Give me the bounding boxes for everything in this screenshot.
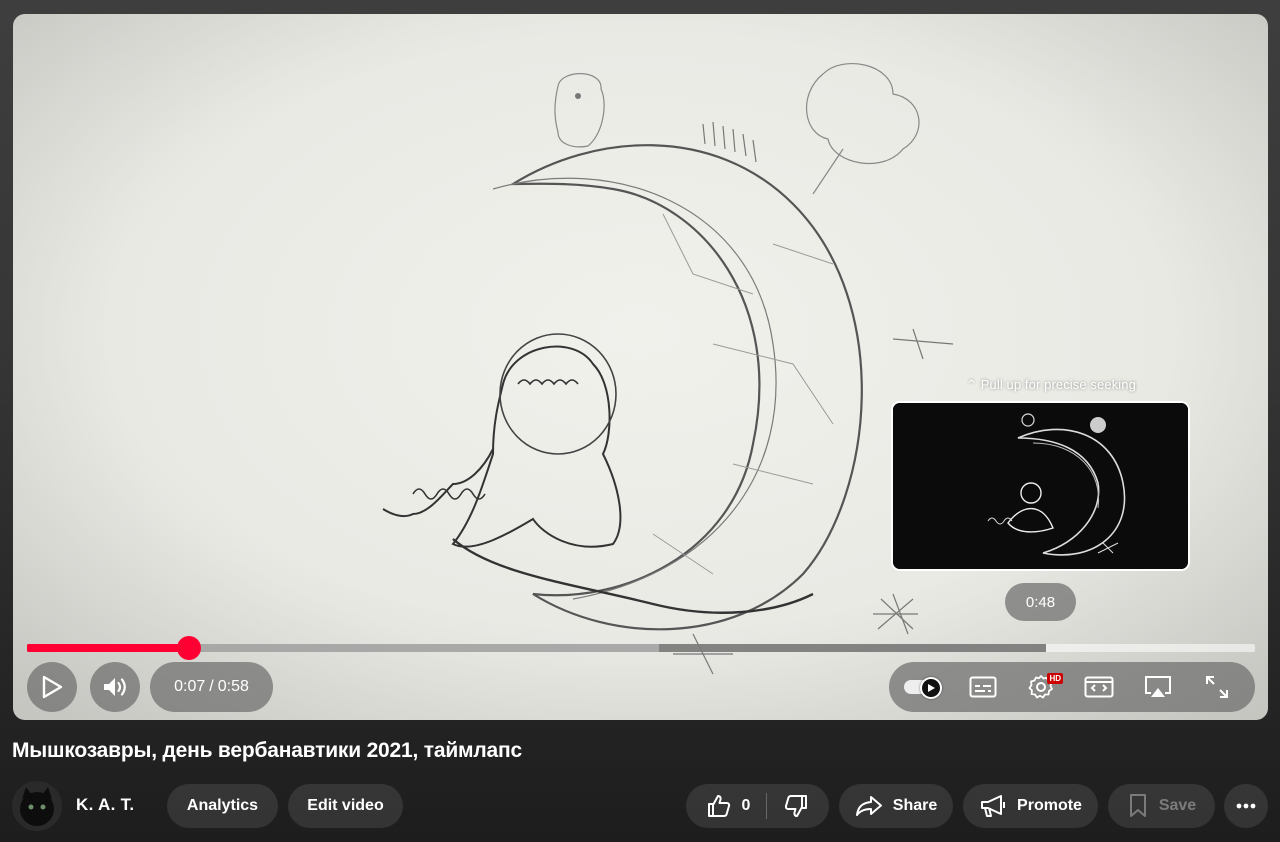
- airplay-button[interactable]: [1142, 671, 1174, 703]
- fullscreen-button[interactable]: [1201, 671, 1233, 703]
- right-controls: HD: [889, 662, 1255, 712]
- megaphone-icon: [979, 793, 1007, 819]
- save-button[interactable]: Save: [1108, 784, 1215, 828]
- progress-bar[interactable]: [27, 636, 1255, 660]
- promote-button[interactable]: Promote: [963, 784, 1098, 828]
- current-time: 0:07: [174, 678, 206, 695]
- bookmark-icon: [1127, 793, 1149, 819]
- more-actions-button[interactable]: [1224, 784, 1268, 828]
- subtitles-button[interactable]: [967, 671, 999, 703]
- channel-name[interactable]: K. A. T.: [76, 795, 134, 815]
- seek-hint: ⌃ Pull up for precise seeking: [951, 377, 1151, 393]
- duration: 0:58: [217, 678, 249, 695]
- airplay-icon: [1145, 676, 1171, 697]
- fullscreen-icon: [1206, 676, 1228, 698]
- volume-icon: [104, 678, 126, 696]
- like-divider: [766, 793, 768, 819]
- video-player[interactable]: ⌃ Pull up for precise seeking 0:48 0:07 …: [13, 14, 1268, 720]
- autoplay-play-icon: [928, 684, 935, 692]
- time-display: 0:07 / 0:58: [150, 662, 273, 712]
- analytics-button[interactable]: Analytics: [167, 784, 278, 828]
- subtitles-icon: [969, 676, 997, 698]
- dislike-button[interactable]: [783, 793, 809, 819]
- play-icon: [42, 675, 63, 699]
- volume-button[interactable]: [90, 662, 140, 712]
- seek-preview-thumbnail: [891, 401, 1190, 571]
- chevron-up-icon: ⌃: [966, 377, 978, 392]
- thumbs-up-icon: [706, 793, 732, 819]
- progress-scrubber[interactable]: [177, 636, 202, 660]
- seek-hint-text: Pull up for precise seeking: [980, 377, 1136, 392]
- video-title: Мышкозавры, день вербанавтики 2021, тайм…: [12, 739, 522, 762]
- play-button[interactable]: [27, 662, 77, 712]
- miniplayer-button[interactable]: [1083, 671, 1115, 703]
- like-dislike-group: 0: [686, 784, 829, 828]
- share-button[interactable]: Share: [839, 784, 953, 828]
- time-separator: /: [209, 678, 214, 695]
- share-icon: [855, 794, 883, 818]
- progress-played: [27, 644, 190, 652]
- share-label: Share: [892, 797, 938, 814]
- thumbs-down-icon: [785, 795, 808, 817]
- autoplay-toggle[interactable]: [904, 677, 942, 699]
- settings-button[interactable]: HD: [1025, 671, 1063, 703]
- video-frame: [13, 14, 1268, 720]
- channel-avatar[interactable]: [12, 781, 62, 831]
- progress-hover: [659, 644, 1047, 652]
- more-horizontal-icon: [1236, 803, 1256, 809]
- preview-timestamp: 0:48: [1005, 583, 1076, 621]
- hd-badge: HD: [1047, 673, 1063, 684]
- like-button[interactable]: 0: [706, 793, 751, 819]
- like-count: 0: [741, 797, 751, 814]
- edit-video-button[interactable]: Edit video: [288, 784, 403, 828]
- promote-label: Promote: [1017, 797, 1082, 814]
- save-label: Save: [1158, 797, 1197, 814]
- miniplayer-icon: [1084, 676, 1114, 698]
